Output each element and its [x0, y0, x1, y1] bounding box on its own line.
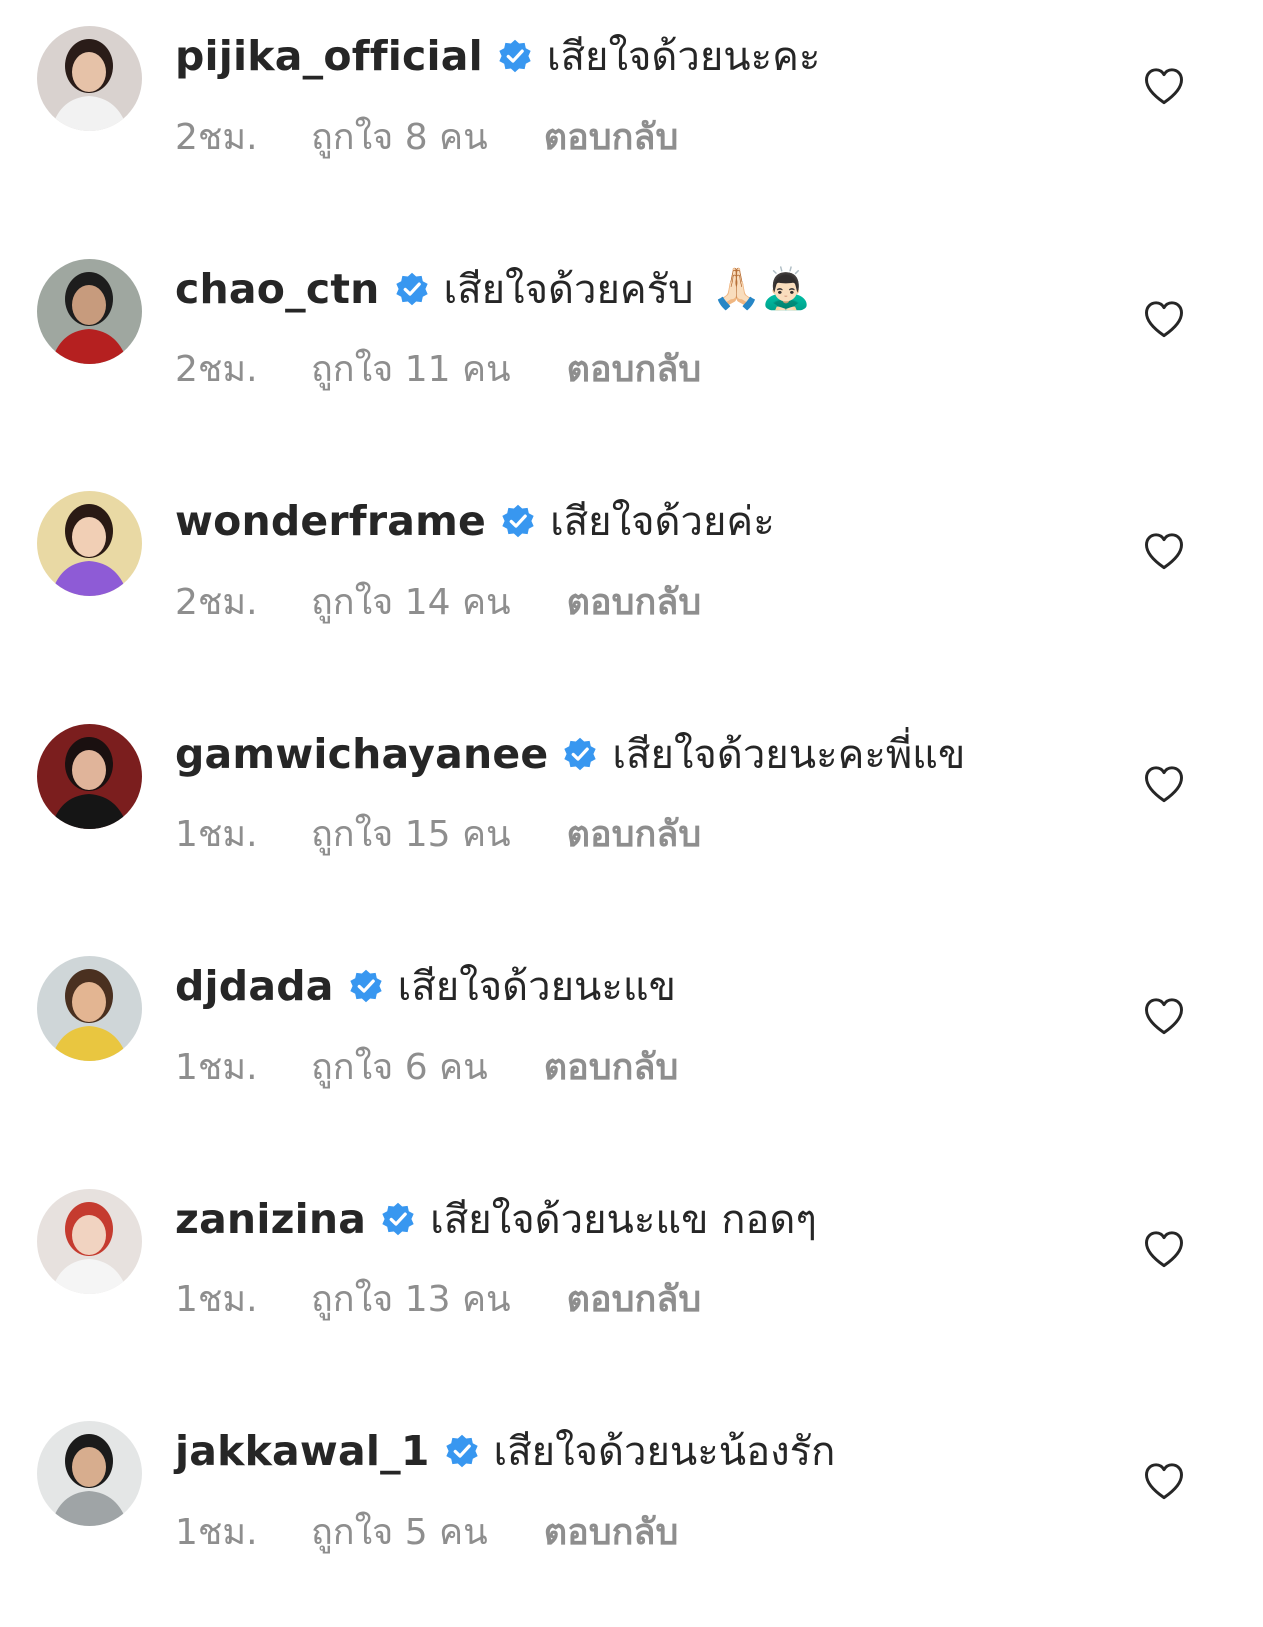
- like-heart-icon[interactable]: [1143, 1461, 1185, 1501]
- comment-header: wonderframe เสียใจด้วยค่ะ: [175, 493, 793, 549]
- comment-emoji: 🙏🏻🙇🏻‍♂️: [711, 265, 812, 312]
- comment-item: pijika_official เสียใจด้วยนะคะ 2ชม. ถูกใ…: [0, 0, 1263, 232]
- comment-text: เสียใจด้วยนะน้องรัก: [493, 1429, 836, 1475]
- timestamp: 2ชม.: [175, 116, 258, 158]
- likes-count-link[interactable]: ถูกใจ 8 คน: [311, 108, 488, 165]
- avatar[interactable]: [37, 723, 142, 829]
- like-heart-icon[interactable]: [1143, 1229, 1185, 1269]
- comment-item: chao_ctn เสียใจด้วยครับ 🙏🏻🙇🏻‍♂️ 2ชม. ถูก…: [0, 233, 1263, 465]
- comment-meta: 2ชม. ถูกใจ 8 คน ตอบกลับ: [175, 112, 678, 160]
- username-link[interactable]: djdada: [175, 962, 334, 1010]
- username-link[interactable]: gamwichayanee: [175, 730, 548, 778]
- username-link[interactable]: pijika_official: [175, 32, 483, 80]
- comment-text: เสียใจด้วยค่ะ: [550, 499, 775, 545]
- reply-button[interactable]: ตอบกลับ: [567, 805, 702, 862]
- likes-count-link[interactable]: ถูกใจ 11 คน: [311, 340, 511, 397]
- timestamp: 1ชม.: [175, 1279, 258, 1320]
- comment-item: jakkawal_1 เสียใจด้วยนะน้องรัก 1ชม. ถูกใ…: [0, 1395, 1263, 1627]
- timestamp: 1ชม.: [175, 814, 258, 855]
- like-heart-icon[interactable]: [1143, 996, 1185, 1036]
- avatar[interactable]: [37, 1188, 142, 1294]
- comment-meta: 2ชม. ถูกใจ 14 คน ตอบกลับ: [175, 577, 701, 625]
- comment-meta: 2ชม. ถูกใจ 11 คน ตอบกลับ: [175, 345, 701, 393]
- timestamp: 1ชม.: [175, 1511, 258, 1553]
- comment-text: เสียใจด้วยนะคะพี่แข: [612, 731, 966, 778]
- comment-text: เสียใจด้วยนะแข: [397, 964, 676, 1010]
- comment-text: เสียใจด้วยครับ: [443, 266, 694, 313]
- reply-button[interactable]: ตอบกลับ: [567, 340, 702, 397]
- reply-button[interactable]: ตอบกลับ: [544, 1038, 679, 1095]
- timestamp: 1ชม.: [175, 1046, 258, 1088]
- avatar[interactable]: [37, 26, 142, 131]
- comment-item: djdada เสียใจด้วยนะแข 1ชม. ถูกใจ 6 คน ตอ…: [0, 930, 1263, 1162]
- comment-item: gamwichayanee เสียใจด้วยนะคะพี่แข 1ชม. ถ…: [0, 698, 1263, 930]
- comment-meta: 1ชม. ถูกใจ 15 คน ตอบกลับ: [175, 810, 701, 858]
- avatar[interactable]: [37, 258, 142, 364]
- comment-text: เสียใจด้วยนะแข กอดๆ: [430, 1196, 817, 1243]
- reply-button[interactable]: ตอบกลับ: [544, 1503, 679, 1560]
- comment-header: djdada เสียใจด้วยนะแข: [175, 958, 694, 1014]
- likes-count-link[interactable]: ถูกใจ 13 คน: [311, 1270, 511, 1327]
- likes-count-link[interactable]: ถูกใจ 5 คน: [311, 1503, 488, 1560]
- like-heart-icon[interactable]: [1143, 66, 1185, 106]
- avatar[interactable]: [37, 956, 142, 1061]
- username-link[interactable]: wonderframe: [175, 497, 486, 545]
- comment-header: chao_ctn เสียใจด้วยครับ 🙏🏻🙇🏻‍♂️: [175, 261, 811, 317]
- likes-count-link[interactable]: ถูกใจ 15 คน: [311, 805, 511, 862]
- avatar[interactable]: [37, 491, 142, 596]
- verified-badge-icon: [562, 736, 598, 772]
- username-link[interactable]: chao_ctn: [175, 265, 380, 313]
- verified-badge-icon: [380, 1201, 416, 1237]
- verified-badge-icon: [394, 271, 430, 307]
- likes-count-link[interactable]: ถูกใจ 14 คน: [311, 573, 511, 630]
- reply-button[interactable]: ตอบกลับ: [544, 108, 679, 165]
- comment-meta: 1ชม. ถูกใจ 13 คน ตอบกลับ: [175, 1275, 701, 1323]
- comment-header: gamwichayanee เสียใจด้วยนะคะพี่แข: [175, 726, 983, 782]
- timestamp: 2ชม.: [175, 581, 258, 623]
- comment-item: wonderframe เสียใจด้วยค่ะ 2ชม. ถูกใจ 14 …: [0, 465, 1263, 697]
- like-heart-icon[interactable]: [1143, 764, 1185, 804]
- verified-badge-icon: [500, 503, 536, 539]
- like-heart-icon[interactable]: [1143, 299, 1185, 339]
- likes-count-link[interactable]: ถูกใจ 6 คน: [311, 1038, 488, 1095]
- like-heart-icon[interactable]: [1143, 531, 1185, 571]
- username-link[interactable]: zanizina: [175, 1195, 366, 1243]
- verified-badge-icon: [348, 968, 384, 1004]
- avatar[interactable]: [37, 1421, 142, 1526]
- comment-header: zanizina เสียใจด้วยนะแข กอดๆ: [175, 1191, 835, 1247]
- verified-badge-icon: [444, 1433, 480, 1469]
- comment-meta: 1ชม. ถูกใจ 6 คน ตอบกลับ: [175, 1042, 678, 1090]
- reply-button[interactable]: ตอบกลับ: [567, 1270, 702, 1327]
- comment-header: pijika_official เสียใจด้วยนะคะ: [175, 28, 838, 84]
- comment-header: jakkawal_1 เสียใจด้วยนะน้องรัก: [175, 1423, 853, 1479]
- timestamp: 2ชม.: [175, 349, 258, 390]
- username-link[interactable]: jakkawal_1: [175, 1427, 430, 1475]
- comment-text: เสียใจด้วยนะคะ: [546, 34, 821, 80]
- verified-badge-icon: [497, 38, 533, 74]
- comment-meta: 1ชม. ถูกใจ 5 คน ตอบกลับ: [175, 1507, 678, 1555]
- reply-button[interactable]: ตอบกลับ: [567, 573, 702, 630]
- comment-item: zanizina เสียใจด้วยนะแข กอดๆ 1ชม. ถูกใจ …: [0, 1163, 1263, 1395]
